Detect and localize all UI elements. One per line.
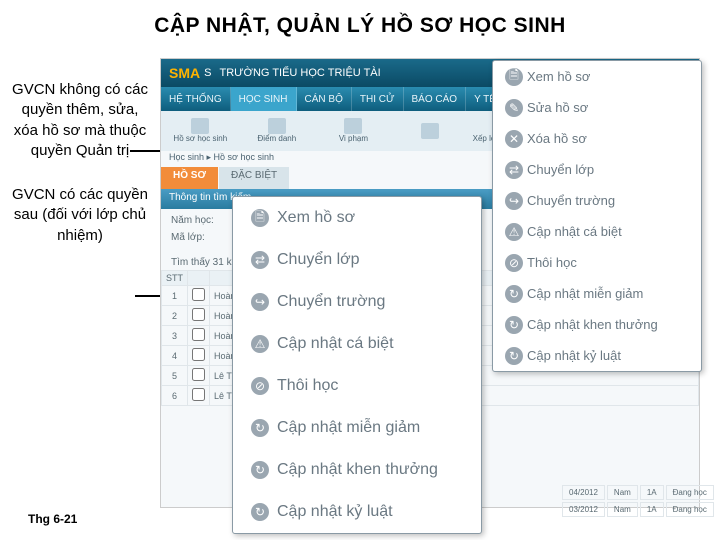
tool-vi-pham[interactable]: Vi phạm [316,113,391,149]
col-check [188,271,210,286]
ref-icon: ↻ [505,316,523,334]
table-detail: 04/2012Nam1AĐang học 03/2012Nam1AĐang họ… [560,483,716,519]
menu-item-swap[interactable]: ⇄ Chuyển lớp [233,239,481,281]
note-gvcn-rights: GVCN có các quyền sau (đối với lớp chủ n… [10,185,150,246]
menu-item-warn[interactable]: ⚠ Cập nhật cá biệt [233,323,481,365]
ref-icon: ↻ [251,461,269,479]
menu-item-ref[interactable]: ↻ Cập nhật khen thưởng [493,309,701,340]
page-title: CẬP NHẬT, QUẢN LÝ HỒ SƠ HỌC SINH [0,0,720,48]
ref-icon: ↻ [251,419,269,437]
menu-item-ban[interactable]: ⊘ Thôi học [233,365,481,407]
logo: SMAS [169,65,211,81]
menu-item-ref[interactable]: ↻ Cập nhật kỷ luật [493,340,701,371]
folder-icon [191,118,209,134]
menu-label: Cập nhật khen thưởng [527,317,693,332]
row-checkbox[interactable] [192,348,205,361]
menu-label: Cập nhật cá biệt [527,224,693,239]
menu-label: Cập nhật khen thưởng [277,461,471,479]
doc-icon: 🗎 [505,68,523,86]
menu-item-doc[interactable]: 🗎 Xem hồ sơ [233,197,481,239]
menu-item-fwd[interactable]: ↪ Chuyển trường [233,281,481,323]
tool-ho-so[interactable]: Hồ sơ học sinh [163,113,238,149]
tab-dac-biet[interactable]: ĐẶC BIỆT [219,167,289,189]
menu-label: Chuyển lớp [527,162,693,177]
warn-icon: ⚠ [505,223,523,241]
menu-item-warn[interactable]: ⚠ Cập nhật cá biệt [493,216,701,247]
menu-label: Xem hồ sơ [527,69,693,84]
menu-label: Cập nhật cá biệt [277,335,471,353]
fwd-icon: ↪ [251,293,269,311]
ref-icon: ↻ [505,285,523,303]
menu-item-pencil[interactable]: ✎ Sửa hồ sơ [493,92,701,123]
pencil-icon: ✎ [505,99,523,117]
menu-item-doc[interactable]: 🗎 Xem hồ sơ [493,61,701,92]
menu-item-swap[interactable]: ⇄ Chuyển lớp [493,154,701,185]
alert-icon [344,118,362,134]
ref-icon: ↻ [251,503,269,521]
menu-item-x[interactable]: ✕ Xóa hồ sơ [493,123,701,154]
note-admin-rights: GVCN không có các quyền thêm, sửa, xóa h… [10,80,150,161]
menu-label: Cập nhật kỷ luật [277,503,471,521]
context-menu-admin: 🗎 Xem hồ sơ ✎ Sửa hồ sơ ✕ Xóa hồ sơ ⇄ Chuyển lớ… [492,60,702,372]
tool-item[interactable] [393,113,468,149]
row-checkbox[interactable] [192,288,205,301]
menu-label: Thôi học [527,255,693,270]
menu-item-ref[interactable]: ↻ Cập nhật miễn giảm [493,278,701,309]
tool-diem-danh[interactable]: Điểm danh [240,113,315,149]
menu-label: Xóa hồ sơ [527,131,693,146]
ref-icon: ↻ [505,347,523,365]
menu-item-ref[interactable]: ↻ Cập nhật miễn giảm [233,407,481,449]
swap-icon: ⇄ [505,161,523,179]
nav-can-bo[interactable]: CÁN BỘ [297,87,352,111]
menu-item-ban[interactable]: ⊘ Thôi học [493,247,701,278]
swap-icon: ⇄ [251,251,269,269]
context-menu-gvcn: 🗎 Xem hồ sơ ⇄ Chuyển lớp ↪ Chuyển trường ⚠ Cập … [232,196,482,534]
menu-label: Chuyển trường [527,193,693,208]
footer-date: Thg 6-21 [28,512,77,526]
nav-bao-cao[interactable]: BÁO CÁO [404,87,467,111]
menu-label: Sửa hồ sơ [527,100,693,115]
menu-item-ref[interactable]: ↻ Cập nhật kỷ luật [233,491,481,533]
x-icon: ✕ [505,130,523,148]
menu-label: Cập nhật miễn giảm [527,286,693,301]
check-icon [268,118,286,134]
row-checkbox[interactable] [192,388,205,401]
menu-item-ref[interactable]: ↻ Cập nhật khen thưởng [233,449,481,491]
menu-label: Cập nhật miễn giảm [277,419,471,437]
nav-thi-cu[interactable]: THI CỬ [352,87,404,111]
menu-label: Cập nhật kỷ luật [527,348,693,363]
col-stt: STT [162,271,188,286]
row-checkbox[interactable] [192,328,205,341]
nav-hoc-sinh[interactable]: HỌC SINH [231,87,297,111]
row-checkbox[interactable] [192,368,205,381]
ban-icon: ⊘ [505,254,523,272]
doc-icon [421,123,439,139]
fwd-icon: ↪ [505,192,523,210]
tab-ho-so[interactable]: HỒ SƠ [161,167,218,189]
menu-label: Xem hồ sơ [277,209,471,227]
school-name: TRƯỜNG TIỂU HỌC TRIỆU TÀI [219,67,380,79]
row-checkbox[interactable] [192,308,205,321]
menu-label: Thôi học [277,377,471,395]
menu-label: Chuyển lớp [277,251,471,269]
menu-label: Chuyển trường [277,293,471,311]
doc-icon: 🗎 [251,209,269,227]
nav-he-thong[interactable]: HỆ THỐNG [161,87,231,111]
warn-icon: ⚠ [251,335,269,353]
ban-icon: ⊘ [251,377,269,395]
menu-item-fwd[interactable]: ↪ Chuyển trường [493,185,701,216]
